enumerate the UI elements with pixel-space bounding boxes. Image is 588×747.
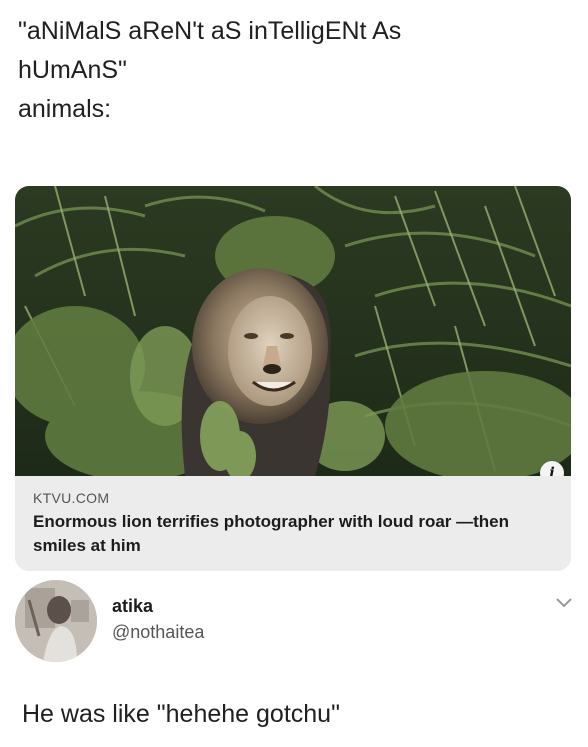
tweet-author[interactable]: atika @nothaitea bbox=[15, 580, 575, 665]
author-handle[interactable]: @nothaitea bbox=[112, 622, 204, 643]
chevron-down-icon[interactable] bbox=[555, 597, 573, 609]
link-title: Enormous lion terrifies photographer wit… bbox=[33, 512, 510, 555]
link-preview-card[interactable]: i KTVU.COM Enormous lion terrifies photo… bbox=[15, 186, 571, 571]
lion-photo[interactable] bbox=[15, 186, 571, 476]
author-name[interactable]: atika bbox=[112, 596, 153, 617]
avatar[interactable] bbox=[15, 580, 97, 662]
post-line-3: animals: bbox=[18, 95, 112, 123]
tweet-text: He was like "hehehe gotchu" bbox=[22, 700, 340, 728]
post-text: "aNiMalS aReN't aS inTelligENt As hUmAnS… bbox=[18, 12, 573, 129]
post-line-2: hUmAnS" bbox=[18, 56, 127, 84]
post-line-1: "aNiMalS aReN't aS inTelligENt As bbox=[18, 17, 402, 45]
link-preview-meta[interactable]: KTVU.COM Enormous lion terrifies photogr… bbox=[15, 476, 571, 571]
link-domain: KTVU.COM bbox=[33, 490, 110, 506]
